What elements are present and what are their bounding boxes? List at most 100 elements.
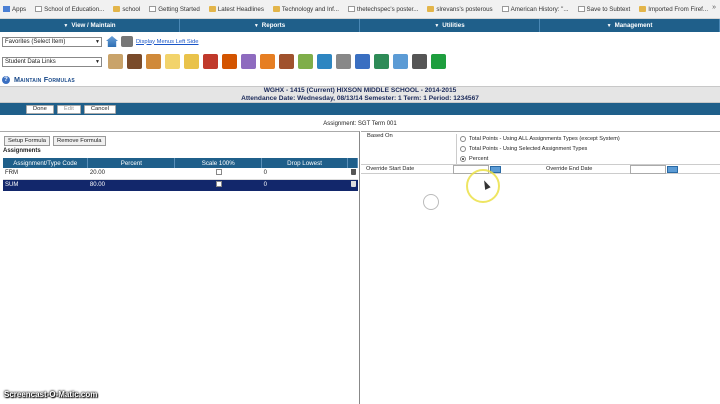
school-banner: WGHX - 1415 (Current) HIXSON MIDDLE SCHO… [0,86,720,103]
chevron-down-icon: ▼ [95,38,100,45]
bookmark-item[interactable]: slrevans's posterous [427,6,493,13]
trash-icon[interactable] [350,169,356,176]
cell-percent[interactable]: 20.00 [87,168,175,180]
columns-icon[interactable] [336,54,351,69]
calendar-icon[interactable] [260,54,275,69]
pencil-icon[interactable] [165,54,180,69]
folder-icon [208,6,216,12]
bookmarks-overflow-icon[interactable]: » [712,4,716,11]
cell-delete [347,168,358,180]
bookmark-item[interactable]: School of Education... [35,6,104,13]
override-end-label: Override End Date [546,166,593,172]
grid-icon[interactable] [355,54,370,69]
page-icon [501,6,509,12]
edit-button[interactable]: Edit [56,104,81,114]
setup-formula-button[interactable]: Setup Formula [4,136,51,146]
bookmark-item[interactable]: Latest Headlines [208,6,264,13]
book-icon[interactable] [279,54,294,69]
scale-checkbox[interactable] [216,169,223,176]
person-icon[interactable] [146,54,161,69]
cell-code: SUM [3,179,88,191]
radio-button-selected[interactable] [460,156,466,162]
radio-option[interactable]: Total Points - Using Selected Assignment… [460,144,719,154]
done-button[interactable]: Done [26,104,54,114]
assignments-panel: Setup Formula Remove Formula Assignments… [0,131,360,404]
cancel-button[interactable]: Cancel [83,104,116,114]
caret-down-icon: ▼ [63,23,69,29]
override-dates-row: Override Start Date Override End Date [361,164,720,174]
radio-button[interactable] [460,136,466,142]
bookmark-item[interactable]: American History: "... [501,6,569,13]
column-header-code[interactable]: Assignment/Type Code [3,158,89,168]
chevron-down-icon: ▼ [95,58,100,65]
scale-checkbox[interactable] [216,180,223,187]
bookmark-item[interactable]: Imported From Firef... [639,6,708,13]
dollar-icon[interactable] [431,54,446,69]
bookmark-item[interactable]: Save to Subtext [577,6,630,13]
caret-down-icon: ▼ [434,23,440,29]
display-menus-left-link[interactable]: Display Menus Left Side [136,39,199,45]
radio-option[interactable]: Percent [460,154,719,164]
student-links-row: Student Data Links ▼ [2,54,450,69]
teacher-icon[interactable] [222,54,237,69]
favorites-select[interactable]: Favorites (Select Item) ▼ [2,36,102,47]
cell-drop-lowest[interactable]: 0 [261,179,348,191]
based-on-options: Total Points - Using ALL Assignments Typ… [456,134,719,164]
module-toolbar [108,54,450,69]
folder-icon [272,6,280,12]
printer-icon[interactable] [412,54,427,69]
tools-icon[interactable] [393,54,408,69]
help-icon[interactable]: ? [2,75,10,84]
cell-delete [347,179,358,191]
assignments-heading: Assignments [3,148,41,154]
calendar-icon[interactable] [667,166,678,173]
radio-button[interactable] [460,146,466,152]
school-line: WGHX - 1415 (Current) HIXSON MIDDLE SCHO… [263,87,457,94]
bookmark-item[interactable]: school [113,6,140,13]
loading-spinner-icon [423,194,439,210]
caret-down-icon: ▼ [253,23,259,29]
menu-reports[interactable]: ▼ Reports [180,19,360,32]
formula-settings-panel: Based On Total Points - Using ALL Assign… [361,131,720,404]
page-icon [35,6,43,12]
bookmark-item[interactable]: thetechspec's poster... [348,6,418,13]
column-header-blank [347,158,359,168]
envelope-icon[interactable] [184,54,199,69]
menu-management[interactable]: ▼ Management [540,19,720,32]
page-icon [577,6,585,12]
formula-buttons: Setup Formula Remove Formula [4,136,109,146]
cell-percent[interactable]: 80.00 [87,179,175,191]
apps-grid-icon [3,6,10,12]
bookmark-item[interactable]: Technology and Inf... [272,6,339,13]
home-icon[interactable] [106,36,118,47]
remove-formula-button[interactable]: Remove Formula [53,136,106,146]
column-header-drop-lowest[interactable]: Drop Lowest [261,158,348,168]
table-row[interactable]: SUM 80.00 0 [3,179,358,191]
id-card-icon[interactable] [108,54,123,69]
override-end-input[interactable] [630,165,666,174]
printer-icon[interactable] [121,36,133,47]
report-icon[interactable] [241,54,256,69]
based-on-label: Based On [367,133,393,139]
bookmark-apps[interactable]: Apps [3,6,26,13]
cell-drop-lowest[interactable]: 0 [261,168,348,180]
bus-icon[interactable] [203,54,218,69]
page-icon [149,6,157,12]
people-icon[interactable] [298,54,313,69]
cell-scale [174,168,262,180]
table-row[interactable]: FRM 20.00 0 [3,168,358,180]
books-icon[interactable] [127,54,142,69]
menu-view-maintain[interactable]: ▼ View / Maintain [0,19,180,32]
override-start-label: Override Start Date [366,166,415,172]
student-data-links-select[interactable]: Student Data Links ▼ [2,56,102,67]
column-header-percent[interactable]: Percent [87,158,176,168]
attendance-line: Attendance Date: Wednesday, 08/13/14 Sem… [241,95,479,102]
column-header-scale[interactable]: Scale 100% [174,158,263,168]
menu-utilities[interactable]: ▼ Utilities [360,19,540,32]
assignments-table: Assignment/Type Code Percent Scale 100% … [3,158,359,191]
puzzle-icon[interactable] [374,54,389,69]
radio-option[interactable]: Total Points - Using ALL Assignments Typ… [460,134,719,144]
compass-icon[interactable] [317,54,332,69]
bookmark-item[interactable]: Getting Started [149,6,200,13]
trash-icon[interactable] [350,180,356,187]
